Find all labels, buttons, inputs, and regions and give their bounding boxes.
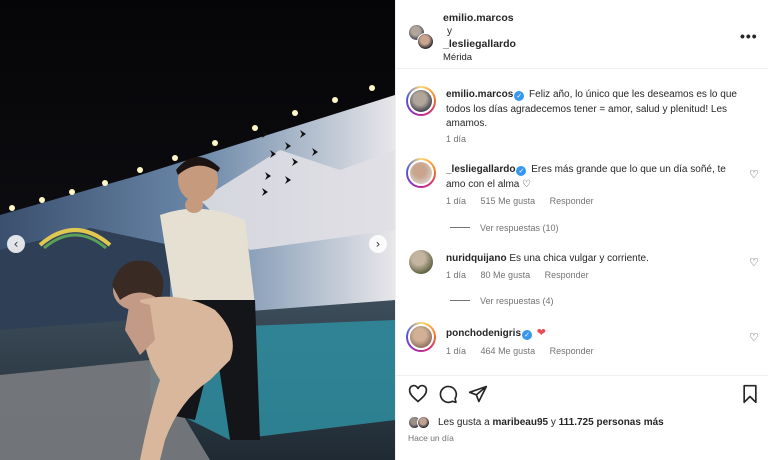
caption-text-block: emilio.marcos ✓ Feliz año, lo único que l… [446, 88, 746, 132]
avatar[interactable] [406, 86, 436, 116]
avatar[interactable] [406, 322, 436, 352]
post-side-panel: emilio.marcos y _lesliegallardo Mérida •… [395, 0, 768, 460]
comment-username[interactable]: _lesliegallardo [446, 164, 515, 175]
avatar [417, 33, 434, 50]
likes-prefix: Les gusta a [438, 417, 493, 428]
reply-button[interactable]: Responder [545, 270, 589, 280]
reply-button[interactable]: Responder [550, 346, 594, 356]
previous-photo-button[interactable]: ‹ [7, 235, 25, 253]
verified-icon: ✓ [514, 91, 525, 101]
header-joiner: y [447, 26, 452, 37]
comment-likes[interactable]: 515 Me gusta [481, 196, 536, 206]
comment-meta: 1 día 515 Me gusta Responder [446, 196, 606, 206]
likes-joiner: y [548, 417, 559, 428]
comment-username[interactable]: nuridquijano [446, 253, 507, 264]
verified-icon: ✓ [516, 166, 527, 176]
comment-likes[interactable]: 80 Me gusta [481, 270, 531, 280]
post-photo[interactable]: ‹ › [0, 0, 395, 460]
heart-icon[interactable] [408, 384, 428, 404]
heart-icon[interactable]: ♡ [749, 256, 759, 269]
comments-list[interactable]: emilio.marcos ✓ Feliz año, lo único que l… [396, 70, 768, 375]
comment-text-block: _lesliegallardo ✓ Eres más grande que lo … [446, 163, 746, 192]
comment-likes[interactable]: 464 Me gusta [481, 346, 536, 356]
verified-icon: ✓ [522, 330, 532, 340]
post-time[interactable]: Hace un día [408, 433, 454, 443]
collab-avatars[interactable] [408, 24, 434, 50]
likes-count[interactable]: 111.725 personas más [559, 417, 664, 428]
comment-meta: 1 día 80 Me gusta Responder [446, 270, 601, 280]
comment-text: Es una chica vulgar y corriente. [509, 253, 649, 264]
heart-icon[interactable]: ♡ [749, 168, 759, 181]
likes-user[interactable]: maribeau95 [492, 417, 548, 428]
header-username-1[interactable]: emilio.marcos [443, 12, 514, 24]
location-link[interactable]: Mérida [443, 52, 472, 63]
comment-text-block: ponchodenigris ✓ ❤ [446, 326, 746, 342]
avatar[interactable] [409, 250, 433, 274]
comment-username[interactable]: ponchodenigris [446, 328, 521, 339]
caption-username[interactable]: emilio.marcos [446, 89, 513, 100]
comment-meta: 1 día 464 Me gusta Responder [446, 346, 606, 356]
view-replies-button[interactable]: Ver respuestas (4) [450, 296, 554, 306]
likes-text: Les gusta a maribeau95 y 111.725 persona… [438, 417, 664, 428]
avatar[interactable] [406, 158, 436, 188]
avatar [417, 416, 430, 429]
comment-time[interactable]: 1 día [446, 196, 466, 206]
more-icon[interactable]: ••• [740, 28, 758, 44]
comment-icon[interactable] [438, 384, 458, 404]
bookmark-icon[interactable] [740, 384, 760, 404]
comment-text: ❤ [536, 326, 546, 339]
comment-time[interactable]: 1 día [446, 346, 466, 356]
post-header: emilio.marcos y _lesliegallardo Mérida •… [396, 0, 768, 69]
photo-scene [0, 0, 395, 460]
share-icon[interactable] [468, 384, 488, 404]
comment-text-block: nuridquijano Es una chica vulgar y corri… [446, 252, 746, 267]
view-replies-button[interactable]: Ver respuestas (10) [450, 223, 559, 233]
post-actions: Les gusta a maribeau95 y 111.725 persona… [396, 375, 768, 460]
reply-button[interactable]: Responder [550, 196, 594, 206]
header-username-2[interactable]: _lesliegallardo [443, 38, 516, 50]
view-replies-label: Ver respuestas (4) [480, 296, 554, 306]
next-photo-button[interactable]: › [369, 235, 387, 253]
comment-time[interactable]: 1 día [446, 270, 466, 280]
heart-icon[interactable]: ♡ [749, 331, 759, 344]
caption-meta: 1 día [446, 134, 478, 144]
caption-time[interactable]: 1 día [446, 134, 466, 144]
view-replies-label: Ver respuestas (10) [480, 223, 559, 233]
